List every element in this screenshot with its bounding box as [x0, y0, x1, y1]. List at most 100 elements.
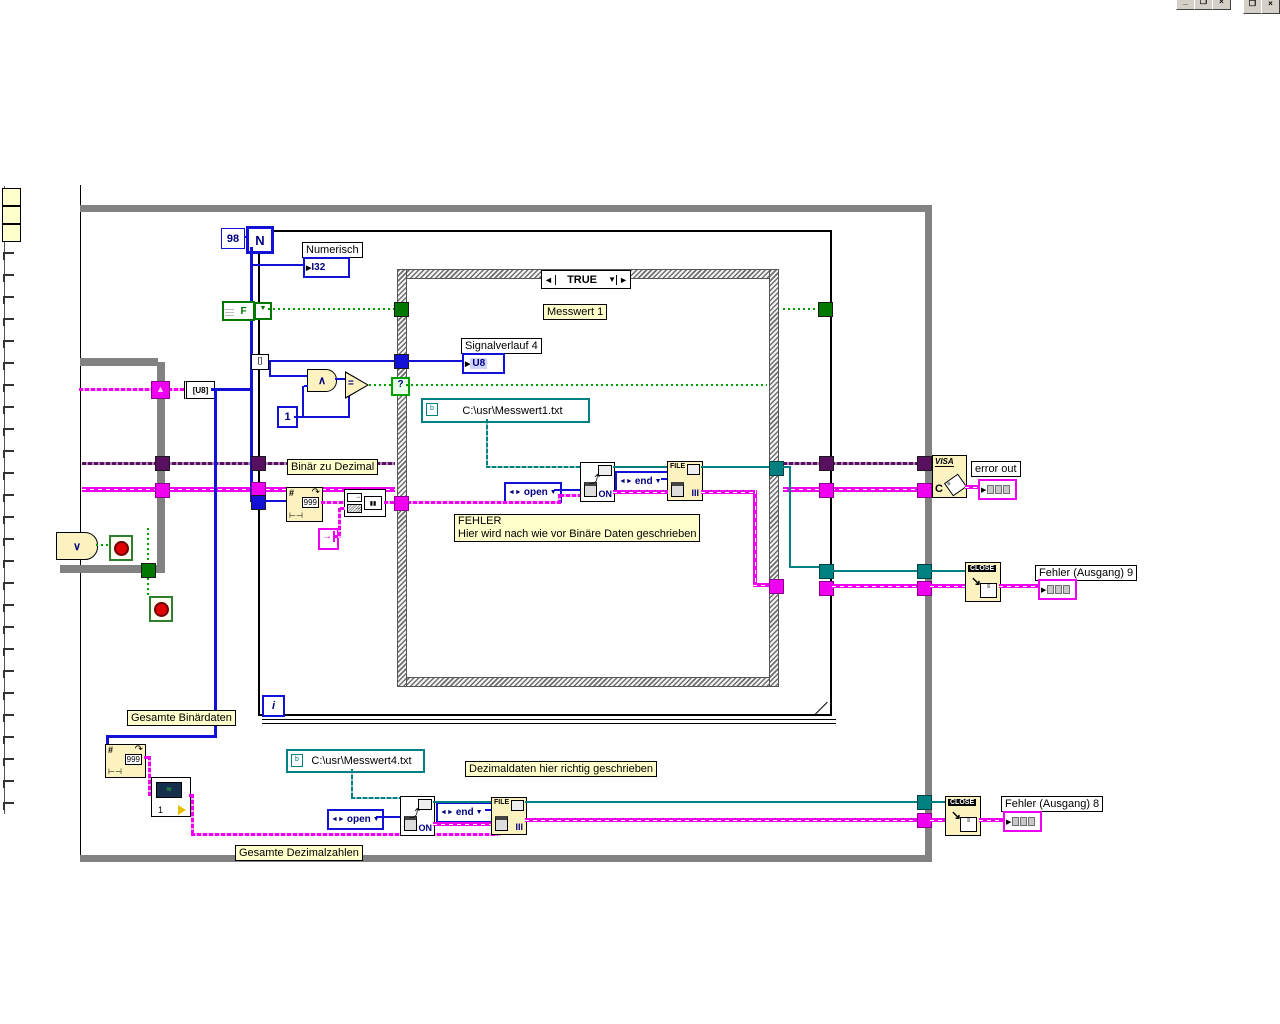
file-write-node[interactable]: FILE III — [667, 461, 703, 501]
width-span-icon: ⊢⊣ — [289, 511, 303, 520]
left-strip-tick — [3, 406, 14, 414]
inner-while-border-top[interactable] — [80, 358, 158, 366]
path-constant-messwert1[interactable]: b C:\usr\Messwert1.txt — [421, 398, 590, 423]
path-icon: b — [291, 754, 303, 767]
fehler8-indicator[interactable]: ▶ — [1003, 811, 1042, 832]
file-open-node[interactable]: ⤴ ON — [580, 462, 615, 502]
error-out-indicator[interactable]: ▶ — [978, 479, 1017, 500]
wire-open2-mode — [376, 816, 401, 818]
case-structure-border-right[interactable] — [769, 269, 779, 687]
case-prev-arrow-icon[interactable]: ◄ — [542, 274, 556, 285]
case-next-arrow-icon[interactable]: ► — [616, 274, 630, 285]
minimize-button[interactable]: _ — [1176, 0, 1195, 10]
left-strip-tick — [3, 384, 14, 392]
wire-error9-out — [999, 584, 1039, 588]
error-out-label: error out — [971, 461, 1021, 477]
or-gate[interactable]: ∨ — [56, 532, 98, 560]
for-loop-border-bottom[interactable] — [258, 714, 832, 716]
case-structure-border-bottom[interactable] — [397, 677, 779, 687]
wire-refnum-1 — [613, 466, 668, 468]
left-strip-tick — [3, 670, 14, 678]
wire-error2-long — [525, 818, 918, 822]
visa-close-node[interactable]: VISA C ≡ — [932, 455, 968, 498]
for-loop-border-top[interactable] — [258, 230, 832, 232]
for-loop-shadow-line — [262, 723, 836, 724]
open-enum-constant[interactable]: ◄► open ▼ — [504, 482, 562, 503]
file-close-node[interactable]: CLOSE ↘ ≡ — [965, 562, 1001, 602]
close-button-2[interactable]: × — [1261, 0, 1280, 14]
wire-error2-a — [433, 822, 491, 826]
left-strip-tick — [3, 802, 14, 810]
open-enum-constant-2[interactable]: ◄► open ▼ — [327, 809, 384, 830]
messwert-label: Messwert 1 — [543, 304, 608, 320]
case-selector[interactable]: ◄ TRUE ▼ ► — [541, 270, 631, 289]
stop-dot-icon — [113, 540, 129, 556]
wire-dotted-in-case — [406, 384, 767, 386]
wire-error9-r2 — [930, 584, 967, 588]
case-tunnel-refnum — [769, 461, 784, 476]
stop-button[interactable] — [109, 535, 133, 561]
end-of-line-constant[interactable]: → — [318, 528, 339, 550]
case-tunnel-boolean — [394, 302, 409, 317]
while-loop-border-right[interactable] — [925, 205, 932, 862]
wire-decimal-string — [191, 833, 501, 836]
wire-refnum-down — [789, 466, 791, 568]
path-constant-messwert4[interactable]: b C:\usr\Messwert4.txt — [286, 749, 425, 773]
wire-string-to-open — [560, 494, 580, 497]
wire-to-999 — [252, 500, 288, 502]
wire-boolean-dotted — [268, 308, 394, 310]
wire-error9-r1 — [832, 584, 918, 588]
end-enum-constant-2[interactable]: ◄► end ▼ — [436, 802, 493, 823]
case-structure-border-left[interactable] — [397, 269, 407, 687]
error-cluster-icon — [1003, 485, 1011, 494]
file-open-node-2[interactable]: ⤴ ON — [400, 796, 435, 836]
restore-button[interactable]: ❐ — [1194, 0, 1213, 10]
left-strip-label — [2, 206, 21, 224]
wire-binary-bottom — [106, 735, 217, 738]
wire-error-down — [753, 490, 757, 586]
and-gate[interactable]: ∧ — [307, 369, 337, 392]
wire-open-mode — [554, 489, 581, 491]
while-loop-border-top[interactable] — [80, 205, 932, 212]
i32-indicator[interactable]: ▶ I32 — [303, 257, 350, 278]
wire-array-in-case — [407, 360, 463, 362]
left-strip-tick — [3, 648, 14, 656]
fehler9-indicator[interactable]: ▶ — [1038, 579, 1077, 600]
number-to-string-node-2[interactable]: # ↷ 999 ⊢⊣ — [105, 744, 146, 778]
wire-refnum2-long — [525, 801, 918, 803]
concatenate-strings-node[interactable]: → → ▮▮ — [344, 489, 386, 517]
left-strip-tick — [3, 274, 14, 282]
left-strip-tick — [3, 626, 14, 634]
left-strip-tick — [3, 582, 14, 590]
case-dropdown-icon[interactable]: ▼ — [608, 275, 616, 284]
wire-path2-right — [351, 797, 401, 799]
error-cluster-icon — [1047, 585, 1055, 594]
wire-and-top-in — [269, 375, 308, 377]
number-to-string-node[interactable]: # ↷ 999 ⊢⊣ — [286, 487, 323, 522]
u8-indicator[interactable]: ▶ U8 — [462, 353, 505, 374]
waveform-display-node[interactable]: ≈ 1 — [151, 777, 191, 817]
wire-visa-error-out — [965, 485, 979, 489]
boolean-false-constant[interactable]: F — [222, 301, 255, 321]
case-selector-label[interactable]: TRUE — [556, 274, 608, 286]
stop-button-2[interactable] — [149, 596, 173, 622]
file-write-node-2[interactable]: FILE III — [491, 797, 527, 835]
for-loop-iteration-terminal[interactable]: i — [262, 695, 285, 717]
shift-register[interactable]: ▲ — [151, 381, 170, 399]
end-enum-constant[interactable]: ◄► end ▼ — [615, 471, 671, 492]
enum-swap-icon: ◄► — [508, 489, 522, 496]
indicator-arrow-icon: ▶ — [981, 486, 987, 494]
equal-glyph: = — [348, 378, 354, 389]
restore-button-2[interactable]: ❐ — [1243, 0, 1262, 14]
boolean-dropdown-icon[interactable]: ▼ — [254, 302, 272, 320]
error-cluster-icon — [1012, 817, 1020, 826]
wire-refnum-r3 — [832, 570, 918, 572]
left-strip-tick — [3, 428, 14, 436]
file-close-node-2[interactable]: CLOSE ↘ ≡ — [945, 796, 981, 836]
numeric-constant-98[interactable]: 98 — [221, 228, 245, 249]
pane-edge — [80, 185, 81, 862]
while-loop-border-bottom[interactable] — [80, 855, 932, 862]
left-strip-tick — [3, 340, 14, 348]
close-button[interactable]: × — [1212, 0, 1231, 10]
left-strip-tick — [3, 758, 14, 766]
